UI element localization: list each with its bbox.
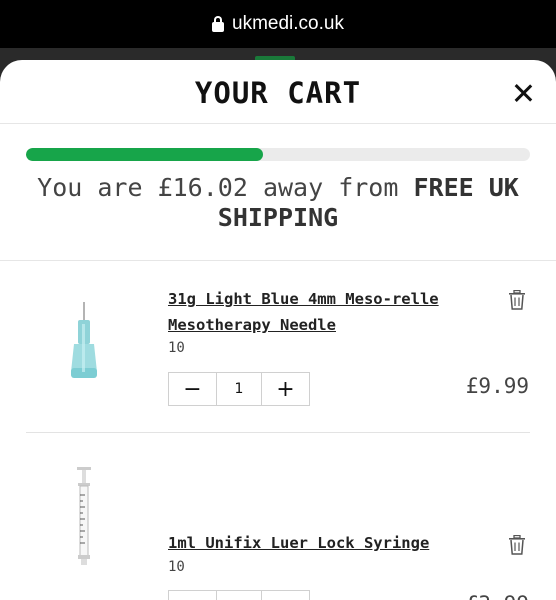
trash-icon[interactable] bbox=[508, 290, 526, 310]
shipping-message-prefix: You are £16.02 away from bbox=[37, 173, 399, 202]
item-price: £9.99 bbox=[465, 374, 529, 398]
cart-drawer: YOUR CART You are £16.02 away from FREE … bbox=[0, 60, 556, 600]
quantity-stepper: − 1 + bbox=[168, 590, 310, 600]
shipping-progress-bar bbox=[26, 148, 530, 161]
syringe-image bbox=[77, 467, 91, 565]
trash-icon[interactable] bbox=[508, 535, 526, 555]
item-name-link[interactable]: 31g Light Blue 4mm Meso-relle Mesotherap… bbox=[168, 286, 458, 338]
cart-header: YOUR CART bbox=[0, 60, 556, 124]
browser-address-bar[interactable]: ukmedi.co.uk bbox=[0, 0, 556, 48]
decrease-quantity-button[interactable]: − bbox=[169, 591, 216, 600]
browser-domain: ukmedi.co.uk bbox=[232, 13, 344, 34]
item-variant: 10 bbox=[168, 340, 185, 356]
close-icon[interactable] bbox=[510, 80, 536, 106]
item-name-link[interactable]: 1ml Unifix Luer Lock Syringe bbox=[168, 530, 458, 556]
needle-image bbox=[71, 302, 97, 378]
decrease-quantity-button[interactable]: − bbox=[169, 373, 216, 405]
item-price: £3.99 bbox=[466, 592, 529, 600]
free-shipping-banner: You are £16.02 away from FREE UK SHIPPIN… bbox=[0, 124, 556, 261]
cart-item: 1ml Unifix Luer Lock Syringe 10 − 1 + £3… bbox=[0, 433, 556, 600]
shipping-progress-fill bbox=[26, 148, 263, 161]
increase-quantity-button[interactable]: + bbox=[262, 591, 309, 600]
quantity-stepper: − 1 + bbox=[168, 372, 310, 406]
cart-item: 31g Light Blue 4mm Meso-relle Mesotherap… bbox=[0, 260, 556, 432]
quantity-value[interactable]: 1 bbox=[216, 373, 262, 405]
increase-quantity-button[interactable]: + bbox=[262, 373, 309, 405]
item-variant: 10 bbox=[168, 559, 185, 575]
lock-icon bbox=[212, 16, 225, 32]
quantity-value[interactable]: 1 bbox=[216, 591, 262, 600]
shipping-message: You are £16.02 away from FREE UK SHIPPIN… bbox=[0, 173, 556, 233]
cart-title: YOUR CART bbox=[194, 76, 362, 110]
